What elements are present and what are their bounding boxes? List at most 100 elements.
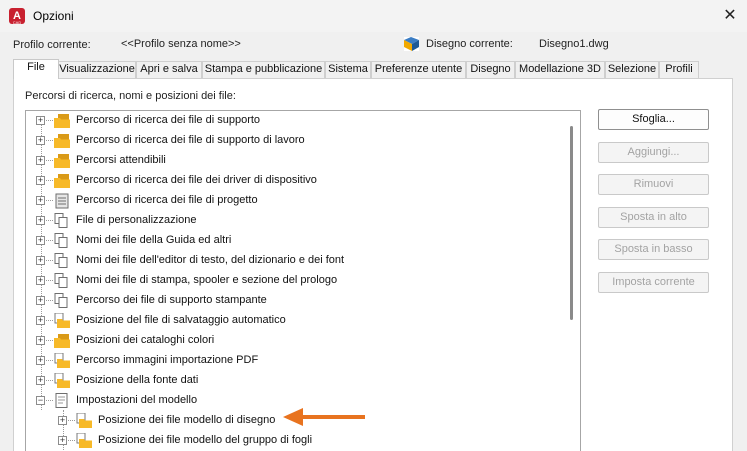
annotation-arrow-icon — [283, 408, 365, 426]
documents-icon — [53, 233, 71, 249]
folder-stack-icon — [53, 133, 71, 149]
expand-toggle-icon[interactable]: + — [36, 356, 45, 365]
tree-dots — [46, 160, 53, 161]
tab-selezione[interactable]: Selezione — [605, 61, 659, 78]
folder-doc-icon — [75, 412, 93, 429]
tree-item-file-di-personalizzazione[interactable]: + File di personalizzazione — [26, 211, 566, 231]
add-button[interactable]: Aggiungi... — [598, 142, 709, 163]
expand-toggle-icon[interactable]: + — [36, 296, 45, 305]
tree-item-label: Posizione dei file modello del gruppo di… — [98, 434, 313, 446]
expand-toggle-icon[interactable]: + — [36, 136, 45, 145]
tab-visualizzazione[interactable]: Visualizzazione — [58, 61, 136, 78]
vertical-scrollbar[interactable] — [565, 112, 579, 451]
tree-item-label: Percorso di ricerca dei file di progetto — [76, 194, 258, 206]
expand-toggle-icon[interactable]: + — [36, 116, 45, 125]
folder-doc-icon — [53, 352, 71, 369]
expand-toggle-icon[interactable]: + — [36, 196, 45, 205]
template-doc-icon — [53, 393, 71, 409]
tab-preferenze-utente[interactable]: Preferenze utente — [371, 61, 466, 78]
tree-dots — [46, 380, 53, 381]
tree-item-posizioni-dei-cataloghi-colori[interactable]: + Posizioni dei cataloghi colori — [26, 331, 566, 351]
expand-toggle-icon[interactable]: + — [36, 236, 45, 245]
documents-icon — [53, 253, 71, 269]
close-button[interactable]: ✕ — [713, 0, 747, 32]
tab-strip: File Visualizzazione Apri e salva Stampa… — [13, 59, 713, 79]
folder-doc-icon — [75, 432, 93, 449]
tab-profili[interactable]: Profili — [659, 61, 699, 78]
tab-file[interactable]: File — [13, 59, 59, 79]
tree-item-percorso-di-ricerca-dei-file-dei-driver-di-dispositivo[interactable]: + Percorso di ricerca dei file dei driver… — [26, 171, 566, 191]
move-down-button[interactable]: Sposta in basso — [598, 239, 709, 260]
expand-toggle-icon[interactable]: + — [58, 436, 67, 445]
tree-item-percorso-dei-file-di-supporto-stampante[interactable]: + Percorso dei file di supporto stampante — [26, 291, 566, 311]
set-current-button[interactable]: Imposta corrente — [598, 272, 709, 293]
tree-item-label: Percorso di ricerca dei file di supporto — [76, 114, 261, 126]
tree-item-posizione-del-file-di-salvataggio-automatico[interactable]: + Posizione del file di salvataggio autom… — [26, 311, 566, 331]
move-up-button[interactable]: Sposta in alto — [598, 207, 709, 228]
current-profile-value: <<Profilo senza nome>> — [121, 38, 241, 50]
current-drawing-label: Disegno corrente: — [426, 38, 513, 50]
tree-item-label: Nomi dei file dell'editor di testo, del … — [76, 254, 345, 266]
tree-dots — [46, 280, 53, 281]
tab-modellazione-3d[interactable]: Modellazione 3D — [515, 61, 605, 78]
file-paths-tree[interactable]: + Percorso di ricerca dei file di support… — [25, 110, 581, 451]
expand-toggle-icon[interactable]: + — [36, 376, 45, 385]
expand-toggle-icon[interactable]: + — [36, 156, 45, 165]
tree-dots — [46, 220, 53, 221]
tree-item-label: Posizioni dei cataloghi colori — [76, 334, 215, 346]
tree-item-label: File di personalizzazione — [76, 214, 197, 226]
collapse-toggle-icon[interactable]: − — [36, 396, 45, 405]
tree-item-percorso-di-ricerca-dei-file-di-progetto[interactable]: + Percorso di ricerca dei file di progett… — [26, 191, 566, 211]
tree-item-label: Nomi dei file di stampa, spooler e sezio… — [76, 274, 338, 286]
tree-dots — [46, 260, 53, 261]
scroll-thumb[interactable] — [570, 126, 573, 320]
tree-dots — [46, 240, 53, 241]
tree-dots — [46, 180, 53, 181]
tab-sistema[interactable]: Sistema — [325, 61, 371, 78]
tree-item-posizione-dei-file-modello-del-gruppo-di-fogli[interactable]: + Posizione dei file modello del gruppo d… — [26, 431, 566, 451]
cabinet-icon — [53, 193, 71, 209]
tree-dots — [46, 320, 53, 321]
window-title: Opzioni — [33, 9, 74, 23]
drawing-icon — [404, 37, 419, 51]
folder-doc-icon — [53, 312, 71, 329]
expand-toggle-icon[interactable]: + — [36, 176, 45, 185]
tab-disegno[interactable]: Disegno — [466, 61, 515, 78]
app-logo-icon: A CAD — [9, 8, 25, 25]
expand-toggle-icon[interactable]: + — [36, 216, 45, 225]
tree-dots — [46, 360, 53, 361]
expand-toggle-icon[interactable]: + — [58, 416, 67, 425]
tree-item-label: Percorso di ricerca dei file di supporto… — [76, 134, 305, 146]
tree-item-percorsi-attendibili[interactable]: + Percorsi attendibili — [26, 151, 566, 171]
tree-dots — [46, 200, 53, 201]
tree-dots — [68, 420, 75, 421]
tree-item-label: Posizione del file di salvataggio automa… — [76, 314, 286, 326]
tree-dots — [46, 140, 53, 141]
documents-icon — [53, 293, 71, 309]
browse-button[interactable]: Sfoglia... — [598, 109, 709, 130]
folder-doc-icon — [53, 372, 71, 389]
remove-button[interactable]: Rimuovi — [598, 174, 709, 195]
tree-item-label: Posizione dei file modello di disegno — [98, 414, 276, 426]
tree-item-nomi-dei-file-dell-editor-di-testo-del-dizionario-e-dei-font[interactable]: + Nomi dei file dell'editor di testo, del… — [26, 251, 566, 271]
expand-toggle-icon[interactable]: + — [36, 336, 45, 345]
expand-toggle-icon[interactable]: + — [36, 316, 45, 325]
tree-dots — [46, 300, 53, 301]
tree-item-label: Percorsi attendibili — [76, 154, 166, 166]
tab-apri-e-salva[interactable]: Apri e salva — [136, 61, 202, 78]
tree-item-posizione-della-fonte-dati[interactable]: + Posizione della fonte dati — [26, 371, 566, 391]
expand-toggle-icon[interactable]: + — [36, 276, 45, 285]
tree-item-percorso-immagini-importazione-pdf[interactable]: + Percorso immagini importazione PDF — [26, 351, 566, 371]
folder-stack-icon — [53, 173, 71, 189]
tab-stampa-e-pubblicazione[interactable]: Stampa e pubblicazione — [202, 61, 325, 78]
current-drawing-value: Disegno1.dwg — [539, 38, 609, 50]
tree-item-percorso-di-ricerca-dei-file-di-supporto[interactable]: + Percorso di ricerca dei file di support… — [26, 111, 566, 131]
tree-item-label: Impostazioni del modello — [76, 394, 198, 406]
tree-item-label: Percorso dei file di supporto stampante — [76, 294, 267, 306]
tree-dots — [46, 400, 53, 401]
tree-item-nomi-dei-file-di-stampa-spooler-e-sezione-del-prologo[interactable]: + Nomi dei file di stampa, spooler e sezi… — [26, 271, 566, 291]
folder-stack-icon — [53, 333, 71, 349]
tree-item-nomi-dei-file-della-guida-ed-altri[interactable]: + Nomi dei file della Guida ed altri — [26, 231, 566, 251]
expand-toggle-icon[interactable]: + — [36, 256, 45, 265]
tree-item-percorso-di-ricerca-dei-file-di-supporto-di-lavoro[interactable]: + Percorso di ricerca dei file di support… — [26, 131, 566, 151]
